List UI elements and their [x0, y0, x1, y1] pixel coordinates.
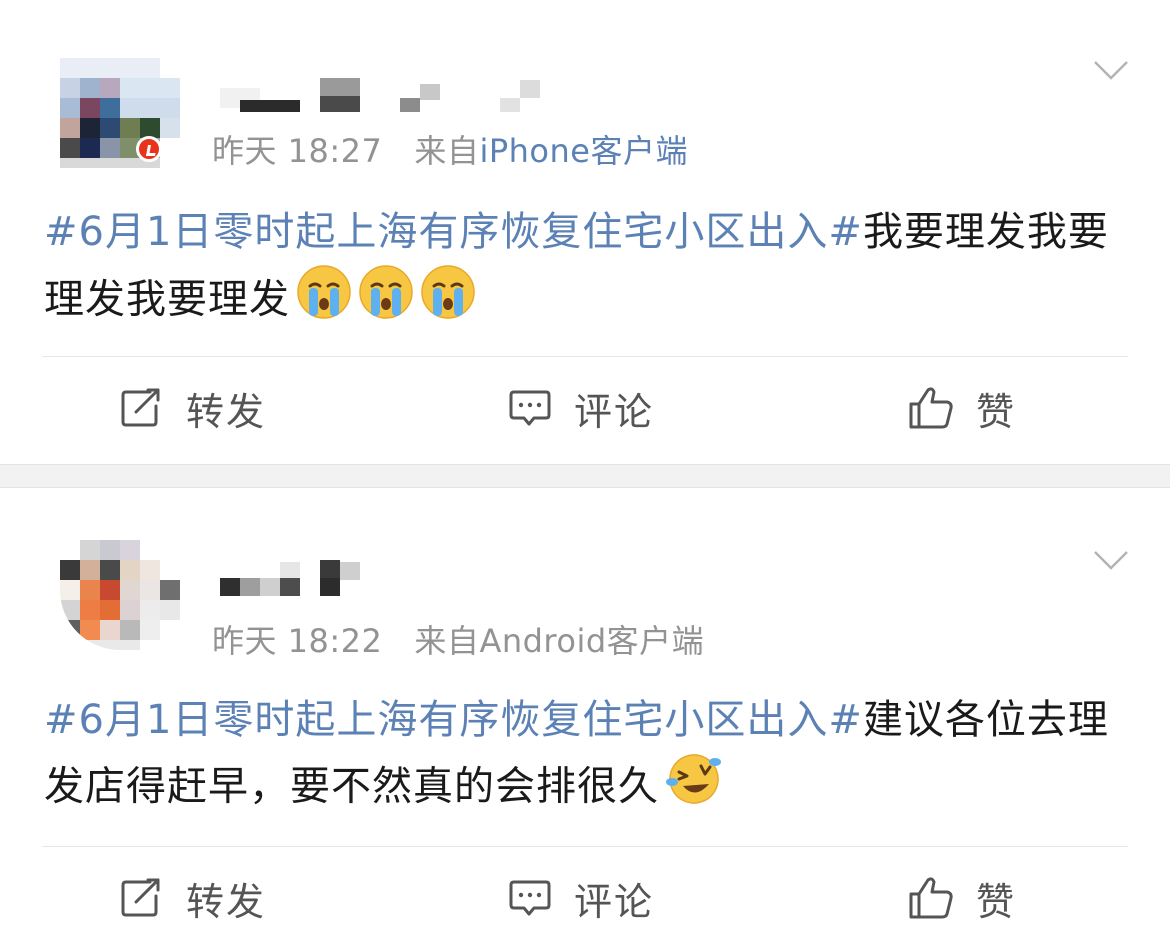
like-button[interactable]: 赞: [908, 378, 1016, 438]
divider: [42, 846, 1128, 847]
source-client-link[interactable]: Android客户端: [479, 622, 704, 660]
post-meta: 昨天 18:22 来自Android客户端: [212, 616, 704, 662]
post-meta: 昨天 18:27 来自iPhone客户端: [212, 126, 688, 172]
like-label: 赞: [976, 879, 1017, 924]
comment-icon: [509, 880, 551, 916]
source-prefix: 来自: [414, 622, 480, 660]
weibo-post: 昨天 18:22 来自Android客户端 #6月1日零时起上海有序恢复住宅小区…: [0, 488, 1170, 936]
post-time: 昨天 18:22: [212, 622, 383, 660]
post-content: #6月1日零时起上海有序恢复住宅小区出入#建议各位去理发店得赶早，要不然真的会排…: [44, 688, 1134, 825]
hashtag-link[interactable]: #6月1日零时起上海有序恢复住宅小区出入#: [44, 209, 863, 255]
repost-icon: [121, 388, 160, 427]
comment-button[interactable]: 评论: [508, 868, 654, 928]
avatar[interactable]: [60, 58, 182, 168]
avatar[interactable]: [60, 540, 182, 650]
source-prefix: 来自: [414, 132, 480, 170]
thumbs-up-icon: [909, 387, 953, 429]
hashtag-link[interactable]: #6月1日零时起上海有序恢复住宅小区出入#: [44, 697, 863, 743]
comment-label: 评论: [574, 389, 655, 434]
thumbs-up-icon: [909, 877, 953, 919]
feed-separator: [0, 464, 1170, 488]
action-bar: 转发 评论 赞: [0, 868, 1170, 928]
like-label: 赞: [976, 389, 1017, 434]
like-button[interactable]: 赞: [908, 868, 1016, 928]
comment-label: 评论: [574, 879, 655, 924]
comment-icon: [509, 390, 551, 426]
post-time: 昨天 18:27: [212, 132, 383, 170]
divider: [42, 356, 1128, 357]
source-client-link[interactable]: iPhone客户端: [479, 132, 688, 170]
laughing-tears-emoji-icon: [665, 752, 723, 825]
crying-emoji-icon: [358, 264, 414, 339]
crying-emoji-icon: [296, 264, 352, 339]
chevron-down-icon[interactable]: [1094, 550, 1128, 570]
weibo-post: 昨天 18:27 来自iPhone客户端 #6月1日零时起上海有序恢复住宅小区出…: [0, 0, 1170, 464]
repost-label: 转发: [186, 389, 267, 434]
verified-badge-icon: [136, 136, 162, 162]
repost-button[interactable]: 转发: [120, 378, 266, 438]
comment-button[interactable]: 评论: [508, 378, 654, 438]
repost-label: 转发: [186, 879, 267, 924]
post-content: #6月1日零时起上海有序恢复住宅小区出入#我要理发我要理发我要理发: [44, 200, 1134, 339]
repost-button[interactable]: 转发: [120, 868, 266, 928]
repost-icon: [121, 878, 160, 917]
action-bar: 转发 评论 赞: [0, 378, 1170, 438]
crying-emoji-icon: [420, 264, 476, 339]
chevron-down-icon[interactable]: [1094, 60, 1128, 80]
